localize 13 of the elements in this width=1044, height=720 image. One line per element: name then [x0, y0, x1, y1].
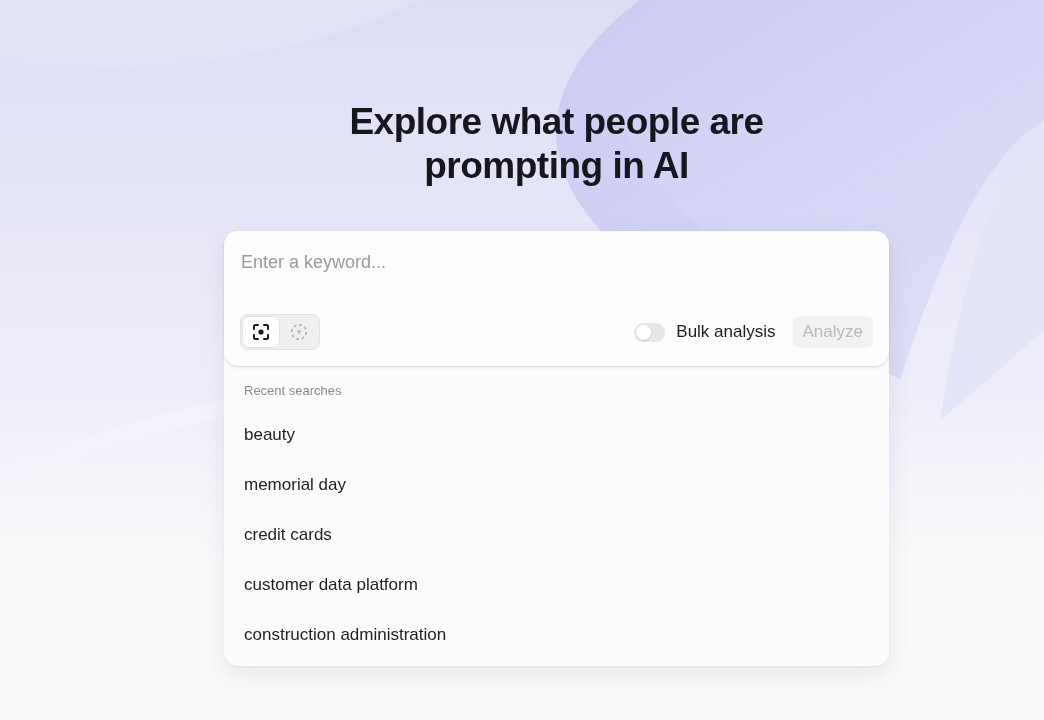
keyword-input[interactable]: Enter a keyword... [240, 247, 873, 277]
recent-search-item[interactable]: beauty [224, 410, 889, 460]
page-heading: Explore what people are prompting in AI [348, 100, 765, 188]
section-label: Recent searches [243, 382, 343, 400]
recent-search-item[interactable]: customer data platform [224, 560, 889, 610]
recent-search-item[interactable]: construction administration [224, 610, 889, 660]
bulk-analysis-toggle[interactable] [634, 322, 666, 342]
recent-search-item[interactable]: memorial day [224, 460, 889, 510]
toggle-label: Bulk analysis [676, 321, 776, 344]
recent-search-item[interactable]: credit cards [224, 510, 889, 560]
focus-frame-icon [252, 323, 270, 341]
mode-button[interactable] [242, 316, 280, 348]
dashed-circle-icon [290, 323, 308, 341]
